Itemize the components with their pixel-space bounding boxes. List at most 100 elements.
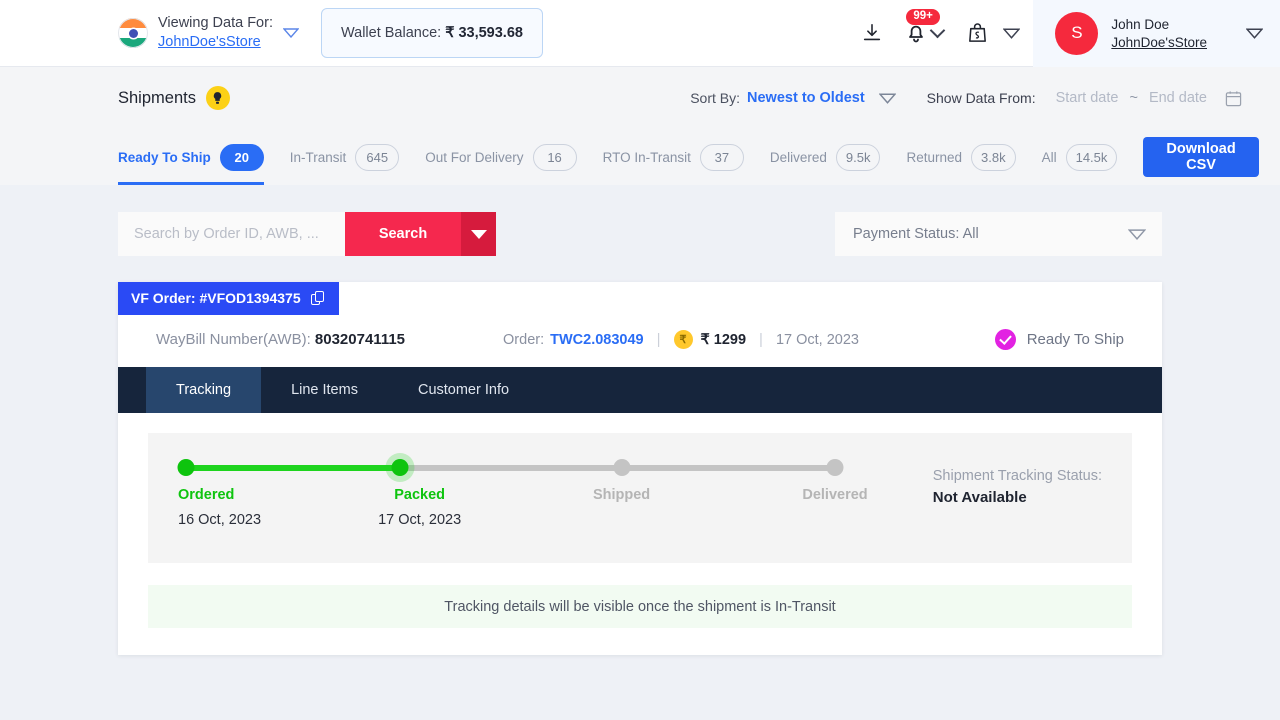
wallet-balance-amount: ₹ 33,593.68 bbox=[445, 25, 523, 41]
vf-order-badge[interactable]: VF Order: #VFOD1394375 bbox=[118, 282, 339, 315]
shipment-meta-row: WayBill Number(AWB): 80320741115 Order: … bbox=[118, 315, 1162, 367]
filter-row: Search Payment Status: All bbox=[118, 212, 1162, 256]
store-chevron-down-icon[interactable] bbox=[283, 28, 299, 38]
profile-store-link[interactable]: JohnDoe'sStore bbox=[1111, 35, 1207, 50]
tab-label: Out For Delivery bbox=[425, 150, 523, 165]
order-price: ₹ 1299 bbox=[701, 332, 747, 348]
tab-label: Delivered bbox=[770, 150, 827, 165]
user-profile-block[interactable]: S John Doe JohnDoe'sStore bbox=[1033, 0, 1280, 67]
calendar-icon[interactable] bbox=[1225, 90, 1242, 107]
shipment-status-tabs: Ready To Ship 20 In-Transit 645 Out For … bbox=[0, 129, 1280, 185]
sort-by-value[interactable]: Newest to Oldest bbox=[747, 90, 865, 106]
payment-status-filter[interactable]: Payment Status: All bbox=[835, 212, 1162, 256]
profile-name: John Doe bbox=[1111, 16, 1207, 34]
profile-chevron-down-icon[interactable] bbox=[1246, 28, 1262, 38]
shipment-tracking-status: Shipment Tracking Status: Not Available bbox=[903, 459, 1102, 506]
status-badge: Ready To Ship bbox=[1027, 331, 1124, 348]
shipment-status-badge: Ready To Ship bbox=[995, 329, 1124, 350]
sub-header: Shipments Sort By: Newest to Oldest Show… bbox=[0, 67, 1280, 185]
tab-line-items[interactable]: Line Items bbox=[261, 367, 388, 413]
waybill-label: WayBill Number(AWB): bbox=[156, 331, 311, 348]
check-circle-icon bbox=[995, 329, 1016, 350]
tab-all[interactable]: All 14.5k bbox=[1042, 129, 1118, 185]
divider: | bbox=[759, 331, 763, 348]
tab-delivered[interactable]: Delivered 9.5k bbox=[770, 129, 881, 185]
waybill-number: WayBill Number(AWB): 80320741115 bbox=[156, 331, 405, 348]
tab-count: 9.5k bbox=[836, 144, 881, 171]
wallet-balance-box[interactable]: Wallet Balance: ₹ 33,593.68 bbox=[321, 8, 543, 58]
progress-node-ordered bbox=[178, 459, 195, 476]
tab-label: Returned bbox=[906, 150, 962, 165]
tracking-notice-banner: Tracking details will be visible once th… bbox=[148, 585, 1132, 628]
step-ordered: Ordered 16 Oct, 2023 bbox=[178, 487, 261, 528]
tab-returned[interactable]: Returned 3.8k bbox=[906, 129, 1015, 185]
viewing-store-link[interactable]: JohnDoe'sStore bbox=[158, 33, 261, 51]
india-flag-icon bbox=[118, 18, 148, 48]
page-title: Shipments bbox=[118, 89, 196, 108]
viewing-data-label: Viewing Data For: bbox=[158, 14, 273, 32]
end-date-input[interactable]: End date bbox=[1149, 90, 1207, 106]
tab-customer-info[interactable]: Customer Info bbox=[388, 367, 539, 413]
shopify-chevron-down-icon[interactable] bbox=[1003, 28, 1019, 38]
progress-step-labels: Ordered 16 Oct, 2023 Packed 17 Oct, 2023… bbox=[178, 487, 843, 535]
divider: | bbox=[657, 331, 661, 348]
show-data-from-label: Show Data From: bbox=[927, 90, 1036, 106]
step-delivered: Delivered bbox=[802, 487, 867, 512]
tab-in-transit[interactable]: In-Transit 645 bbox=[290, 129, 400, 185]
vf-order-label: VF Order: #VFOD1394375 bbox=[131, 290, 301, 306]
tab-label: RTO In-Transit bbox=[603, 150, 691, 165]
tab-out-for-delivery[interactable]: Out For Delivery 16 bbox=[425, 129, 576, 185]
tab-count: 3.8k bbox=[971, 144, 1016, 171]
viewing-data-for: Viewing Data For: JohnDoe'sStore bbox=[118, 14, 299, 52]
step-name: Shipped bbox=[593, 487, 650, 503]
search-options-dropdown-button[interactable] bbox=[461, 212, 496, 256]
step-name: Delivered bbox=[802, 487, 867, 503]
tab-rto-in-transit[interactable]: RTO In-Transit 37 bbox=[603, 129, 744, 185]
download-icon[interactable] bbox=[852, 13, 892, 53]
rupee-coin-icon: ₹ bbox=[674, 330, 693, 349]
tab-tracking[interactable]: Tracking bbox=[146, 367, 261, 413]
payment-status-value: Payment Status: All bbox=[853, 226, 979, 242]
progress-rail-fill bbox=[186, 465, 408, 471]
progress-steps: Ordered 16 Oct, 2023 Packed 17 Oct, 2023… bbox=[178, 459, 843, 535]
waybill-value: 80320741115 bbox=[315, 331, 405, 348]
wallet-balance-label: Wallet Balance: bbox=[341, 25, 441, 41]
tab-label: All bbox=[1042, 150, 1057, 165]
shopify-bag-icon[interactable] bbox=[957, 13, 997, 53]
sort-and-date-controls: Sort By: Newest to Oldest Show Data From… bbox=[690, 90, 1242, 107]
search-button[interactable]: Search bbox=[345, 212, 461, 256]
copy-icon[interactable] bbox=[311, 291, 325, 306]
tracking-status-value: Not Available bbox=[933, 489, 1102, 506]
start-date-input[interactable]: Start date bbox=[1056, 90, 1119, 106]
tab-ready-to-ship[interactable]: Ready To Ship 20 bbox=[118, 129, 264, 185]
order-id-link[interactable]: TWC2.083049 bbox=[550, 332, 644, 348]
tracking-status-label: Shipment Tracking Status: bbox=[933, 468, 1102, 484]
download-csv-button[interactable]: Download CSV bbox=[1143, 137, 1258, 177]
shipment-detail-tabs: Tracking Line Items Customer Info bbox=[118, 367, 1162, 413]
tracking-progress-box: Ordered 16 Oct, 2023 Packed 17 Oct, 2023… bbox=[148, 433, 1132, 563]
tracking-panel: Ordered 16 Oct, 2023 Packed 17 Oct, 2023… bbox=[118, 413, 1162, 655]
lightbulb-icon[interactable] bbox=[206, 86, 230, 110]
page-toolbar: Shipments Sort By: Newest to Oldest Show… bbox=[0, 67, 1280, 129]
tab-count: 16 bbox=[533, 144, 577, 171]
search-input[interactable] bbox=[118, 212, 345, 256]
step-shipped: Shipped bbox=[593, 487, 650, 512]
tab-count: 37 bbox=[700, 144, 744, 171]
step-name: Ordered bbox=[178, 487, 261, 503]
avatar: S bbox=[1055, 12, 1098, 55]
tab-label: In-Transit bbox=[290, 150, 347, 165]
tab-count: 645 bbox=[355, 144, 399, 171]
step-date: 16 Oct, 2023 bbox=[178, 512, 261, 528]
step-packed: Packed 17 Oct, 2023 bbox=[378, 487, 461, 528]
progress-rail bbox=[178, 459, 843, 476]
tab-label: Ready To Ship bbox=[118, 150, 211, 165]
payment-status-chevron-down-icon bbox=[1128, 229, 1144, 239]
notification-count-badge: 99+ bbox=[906, 9, 940, 25]
shipment-card: VF Order: #VFOD1394375 WayBill Number(AW… bbox=[118, 282, 1162, 655]
tab-count: 20 bbox=[220, 144, 264, 171]
tab-count: 14.5k bbox=[1066, 144, 1118, 171]
progress-node-shipped bbox=[613, 459, 630, 476]
sort-by-chevron-down-icon[interactable] bbox=[879, 93, 895, 103]
order-date: 17 Oct, 2023 bbox=[776, 332, 859, 348]
header-right-actions: 99+ S John Doe JohnDoe'sStore bbox=[852, 0, 1280, 66]
